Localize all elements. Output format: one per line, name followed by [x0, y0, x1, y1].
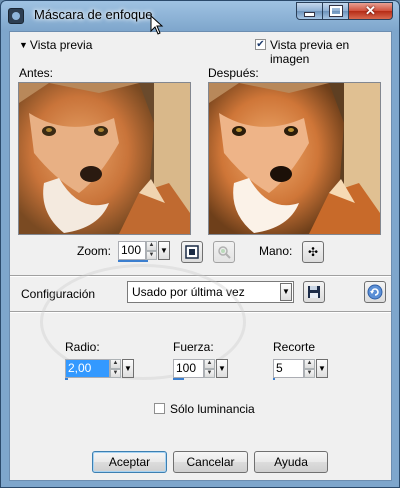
app-icon — [8, 8, 24, 24]
zoom-label: Zoom: — [77, 244, 112, 258]
clipping-dropdown-button[interactable]: ▼ — [316, 359, 328, 378]
clipping-input[interactable]: 5 — [273, 359, 304, 378]
zoom-level-bar — [118, 260, 148, 262]
mouse-cursor-icon — [150, 15, 164, 35]
chevron-down-icon: ▼ — [160, 246, 168, 255]
strength-input[interactable]: 100 — [173, 359, 204, 378]
zoom-to-fit-button[interactable] — [181, 241, 203, 263]
reset-arrow-icon — [367, 284, 383, 300]
chevron-down-icon: ▼ — [124, 364, 132, 373]
bottom-separator — [10, 311, 391, 313]
top-separator — [10, 275, 391, 277]
save-preset-button[interactable] — [303, 281, 325, 303]
spin-up-icon[interactable]: ▲ — [146, 241, 157, 251]
luminance-only-label: Sólo luminancia — [170, 402, 255, 416]
pan-label: Mano: — [259, 244, 293, 258]
radius-dropdown-button[interactable]: ▼ — [122, 359, 134, 378]
radius-label: Radio: — [65, 340, 100, 354]
radius-level-bar — [65, 378, 68, 380]
strength-level-bar — [173, 378, 184, 380]
zoom-disabled-button[interactable] — [213, 241, 235, 263]
luminance-only-checkbox[interactable] — [154, 403, 165, 414]
triangle-down-icon: ▼ — [19, 40, 28, 50]
chevron-down-icon: ▼ — [282, 287, 290, 296]
after-preview-image[interactable] — [208, 82, 381, 235]
pan-button[interactable]: ✣ — [302, 241, 324, 263]
spin-up-icon[interactable]: ▲ — [204, 359, 215, 369]
preview-toggle[interactable]: ▼ Vista previa — [19, 38, 92, 52]
minimize-icon — [304, 11, 315, 17]
spin-down-icon[interactable]: ▼ — [204, 368, 215, 378]
help-button[interactable]: Ayuda — [254, 451, 328, 473]
close-button[interactable]: ✕ — [349, 2, 393, 20]
preview-in-image-label: Vista previa en imagen — [270, 38, 350, 66]
zoom-dropdown-button[interactable]: ▼ — [158, 241, 170, 260]
reset-button[interactable] — [364, 281, 386, 303]
ok-button[interactable]: Aceptar — [92, 451, 167, 473]
maximize-icon — [328, 5, 343, 17]
chevron-down-icon: ▼ — [318, 364, 326, 373]
preset-select[interactable]: Usado por última vez — [127, 281, 294, 303]
fox-image-after — [209, 83, 380, 234]
clipping-level-bar — [273, 378, 275, 380]
fox-image-before — [19, 83, 190, 234]
zoom-input[interactable]: 100 — [118, 241, 146, 260]
spin-up-icon[interactable]: ▲ — [110, 359, 121, 369]
dialog-client-area: ▼ Vista previa ✔ Vista previa en imagen … — [9, 31, 392, 481]
spin-down-icon[interactable]: ▼ — [146, 250, 157, 260]
floppy-disk-icon — [308, 286, 320, 298]
spin-down-icon[interactable]: ▼ — [110, 368, 121, 378]
clipping-spinner[interactable]: ▲ ▼ — [304, 359, 315, 378]
spin-down-icon[interactable]: ▼ — [304, 368, 315, 378]
strength-label: Fuerza: — [173, 340, 214, 354]
window-controls: ✕ — [296, 2, 393, 21]
preview-in-image-checkbox[interactable]: ✔ — [255, 39, 266, 50]
minimize-button[interactable] — [296, 2, 323, 20]
move-arrows-icon: ✣ — [307, 245, 319, 259]
close-icon: ✕ — [365, 3, 376, 18]
radius-input[interactable]: 2,00 — [65, 359, 110, 378]
before-label: Antes: — [19, 66, 54, 80]
after-label: Después: — [208, 66, 259, 80]
radius-spinner[interactable]: ▲ ▼ — [110, 359, 121, 378]
magnifier-icon — [218, 246, 231, 259]
spin-up-icon[interactable]: ▲ — [304, 359, 315, 369]
checkmark-icon: ✔ — [256, 39, 265, 50]
before-preview-image[interactable] — [18, 82, 191, 235]
dialog-window: Máscara de enfoque ✕ ▼ Vista previa ✔ Vi… — [0, 0, 400, 488]
cancel-button[interactable]: Cancelar — [173, 451, 248, 473]
settings-label: Configuración — [21, 287, 96, 301]
zoom-spinner[interactable]: ▲ ▼ — [146, 241, 157, 260]
title-bar[interactable]: Máscara de enfoque ✕ — [1, 1, 399, 31]
strength-spinner[interactable]: ▲ ▼ — [204, 359, 215, 378]
zoom-to-fit-icon — [185, 245, 199, 259]
preset-dropdown-button[interactable]: ▼ — [280, 283, 292, 301]
maximize-button[interactable] — [323, 2, 349, 20]
clipping-label: Recorte — [273, 340, 316, 354]
chevron-down-icon: ▼ — [218, 364, 226, 373]
preview-toggle-label: Vista previa — [29, 38, 93, 52]
window-title: Máscara de enfoque — [34, 7, 153, 22]
strength-dropdown-button[interactable]: ▼ — [216, 359, 228, 378]
